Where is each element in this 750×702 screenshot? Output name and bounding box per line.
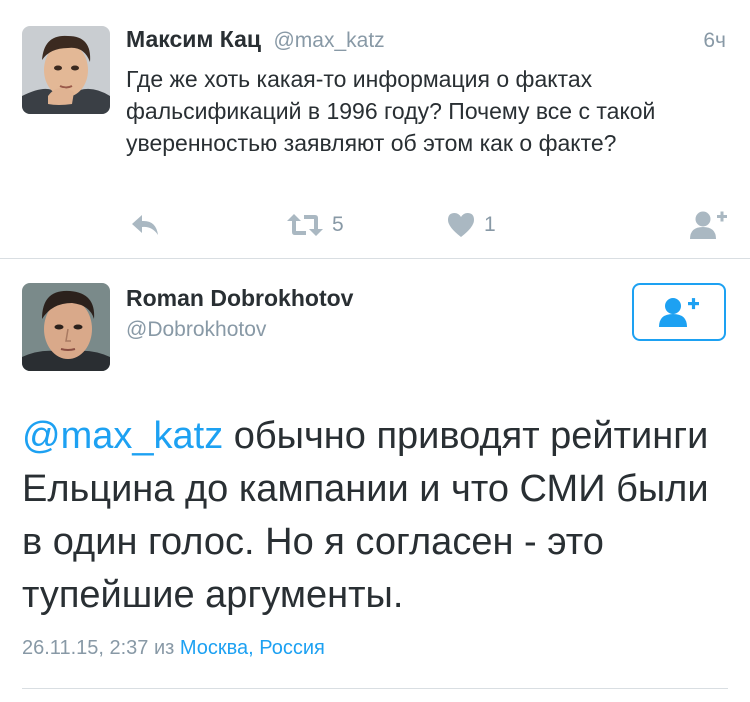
from-label: из xyxy=(153,637,175,659)
avatar-image-roman-dobrokhotov xyxy=(22,283,110,371)
tweet-timestamp: 26.11.15, 2:37 xyxy=(22,637,149,659)
reply-button[interactable] xyxy=(130,205,160,245)
author-handle[interactable]: @Dobrokhotov xyxy=(126,318,266,342)
author-handle[interactable]: @max_katz xyxy=(273,29,384,52)
context-tweet-header: Максим Кац @max_katz 6ч xyxy=(126,26,726,58)
follow-author-button[interactable] xyxy=(689,205,729,245)
context-tweet[interactable]: Максим Кац @max_katz 6ч Где же хоть кака… xyxy=(0,0,750,258)
avatar[interactable] xyxy=(22,26,110,114)
location-link[interactable]: Москва, Россия xyxy=(180,637,325,659)
tweet-time: 6ч xyxy=(703,29,726,52)
divider xyxy=(0,258,750,259)
retweet-icon xyxy=(287,214,323,236)
reply-icon xyxy=(132,215,158,235)
mention-link[interactable]: @max_katz xyxy=(22,415,223,457)
follow-button[interactable] xyxy=(632,283,726,341)
author-name[interactable]: Максим Кац xyxy=(126,26,261,52)
follow-icon xyxy=(659,298,699,327)
author-name[interactable]: Roman Dobrokhotov xyxy=(126,285,353,312)
avatar-image-max-katz xyxy=(22,26,110,114)
divider xyxy=(22,688,728,689)
tweet-text: @max_katz обычно приводят рейтинги Ельци… xyxy=(22,410,734,622)
tweet-meta: 26.11.15, 2:37 из Москва, Россия xyxy=(22,637,325,660)
like-count: 1 xyxy=(484,213,496,236)
retweet-count: 5 xyxy=(332,213,344,236)
retweet-button[interactable]: 5 xyxy=(286,205,344,245)
heart-icon xyxy=(448,213,474,237)
like-button[interactable]: 1 xyxy=(446,205,496,245)
tweet-detail-screen: Максим Кац @max_katz 6ч Где же хоть кака… xyxy=(0,0,750,702)
follow-icon xyxy=(690,211,727,239)
tweet-text: Где же хоть какая-то информация о фактах… xyxy=(126,66,656,156)
avatar[interactable] xyxy=(22,283,110,371)
tweet-actions: 5 1 xyxy=(126,205,736,245)
